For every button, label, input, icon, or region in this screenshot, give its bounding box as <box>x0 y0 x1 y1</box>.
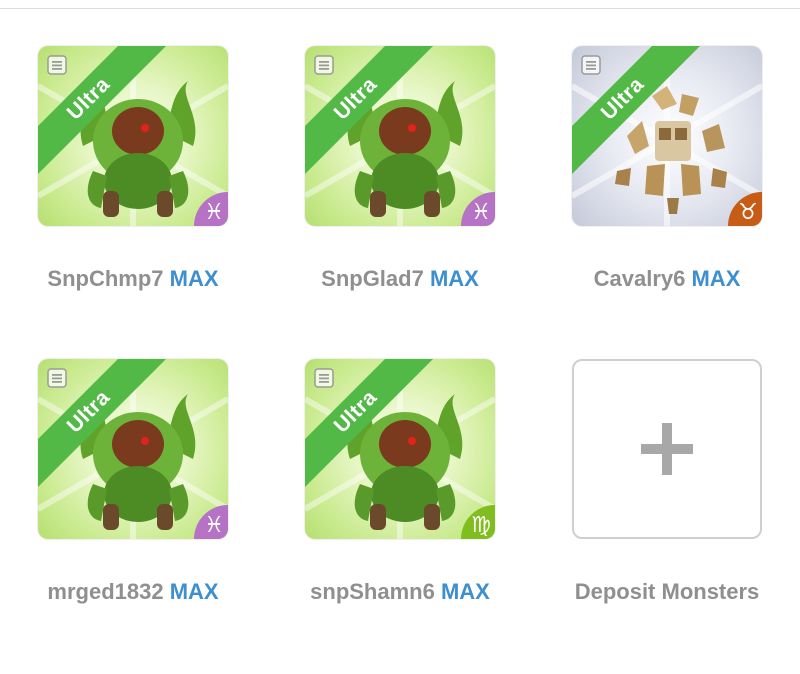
monster-card[interactable]: Ultra ♓ <box>38 46 228 226</box>
monster-card[interactable]: Ultra ♍ <box>305 359 495 539</box>
document-icon <box>581 55 601 75</box>
monster-name: mrged1832 <box>47 579 164 604</box>
max-level-badge: MAX <box>429 266 479 291</box>
document-icon <box>47 55 67 75</box>
document-icon <box>314 368 334 388</box>
monster-card[interactable]: Ultra ♉ <box>572 46 762 226</box>
monster-name-label: mrged1832 MAX <box>3 579 263 605</box>
deposit-monsters-label[interactable]: Deposit Monsters <box>537 579 797 605</box>
monster-name: SnpChmp7 <box>47 266 164 291</box>
monster-card[interactable]: Ultra ♓ <box>305 46 495 226</box>
top-divider <box>0 8 800 9</box>
monster-name: snpShamn6 <box>310 579 435 604</box>
plus-icon <box>641 423 693 475</box>
monster-name-label: Cavalry6 MAX <box>537 266 797 292</box>
monster-name-label: SnpChmp7 MAX <box>3 266 263 292</box>
monster-name: Cavalry6 <box>593 266 686 291</box>
deposit-monsters-button[interactable] <box>572 359 762 539</box>
monster-name-label: SnpGlad7 MAX <box>270 266 530 292</box>
monster-card[interactable]: Ultra ♓ <box>38 359 228 539</box>
document-icon <box>314 55 334 75</box>
max-level-badge: MAX <box>169 266 219 291</box>
monster-name-label: snpShamn6 MAX <box>270 579 530 605</box>
document-icon <box>47 368 67 388</box>
monster-name: SnpGlad7 <box>321 266 424 291</box>
max-level-badge: MAX <box>440 579 490 604</box>
max-level-badge: MAX <box>691 266 741 291</box>
max-level-badge: MAX <box>169 579 219 604</box>
